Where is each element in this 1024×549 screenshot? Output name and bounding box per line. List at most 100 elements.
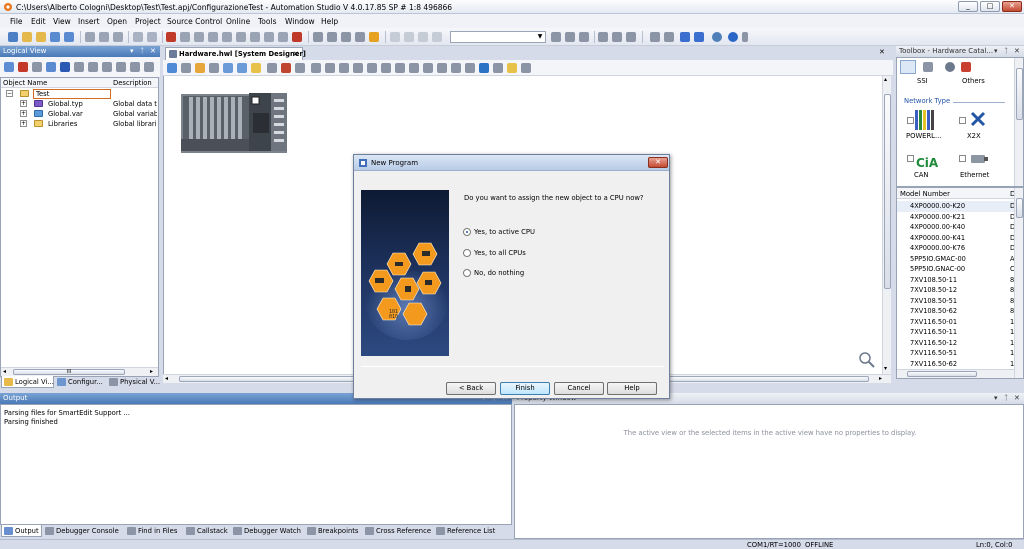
network-x2x[interactable]: X2X [967,132,981,140]
designer-tool-24-icon[interactable] [493,63,503,73]
new-project-icon[interactable] [8,32,18,42]
paste-icon[interactable] [113,32,123,42]
help-icon[interactable] [728,32,738,42]
zoom-icon[interactable] [313,32,323,42]
model-row[interactable]: 7XV108.50-51 8 [897,296,1014,307]
collapse-icon[interactable]: − [6,90,13,97]
align-right-icon[interactable] [339,63,349,73]
lv-tool-icon-1[interactable] [4,62,14,72]
step-out-icon[interactable] [579,32,589,42]
back-button[interactable]: < Back [446,382,496,395]
cancel-button[interactable]: Cancel [554,382,604,395]
output-content[interactable]: Parsing files for SmartEdit Support ... … [0,404,512,525]
align-center-icon[interactable] [325,63,335,73]
designer-tool-8-icon[interactable] [267,63,277,73]
finish-button[interactable]: Finish [500,382,550,395]
col-description[interactable]: Description [113,79,152,87]
model-row[interactable]: 5PP5IO.GNAC-00 C [897,264,1014,275]
model-list-scroll-thumb[interactable] [1016,198,1023,218]
menu-open[interactable]: Open [107,17,127,26]
tab-debugger-console[interactable]: Debugger Console [43,525,125,537]
breakpoint-icon[interactable] [612,32,622,42]
panel-menu-icon[interactable]: ▾ [994,393,998,404]
col-object-name[interactable]: Object Name [3,79,47,87]
designer-tool-10-icon[interactable] [295,63,305,73]
lv-tool-icon-3[interactable] [32,62,42,72]
tab-reference-list[interactable]: Reference List [434,525,496,537]
model-row[interactable]: 7XV108.50-11 8 [897,275,1014,286]
toolbox-filter-icon[interactable] [923,62,933,72]
replace-icon[interactable] [194,32,204,42]
view-mode-icon[interactable] [479,63,489,73]
col-model-number[interactable]: Model Number [900,190,950,198]
lv-tool-icon-5[interactable] [60,62,70,72]
same-width-icon[interactable] [395,63,405,73]
menu-window[interactable]: Window [285,17,315,26]
rebuild-icon[interactable] [341,32,351,42]
expand-icon[interactable]: + [20,110,27,117]
uncomment-icon[interactable] [278,32,288,42]
network-powerlink[interactable]: POWERL... [906,132,941,140]
scroll-right-icon[interactable]: ▸ [150,368,153,375]
lv-tool-icon-9[interactable] [116,62,126,72]
option-yes-all-cpus[interactable]: Yes, to all CPUs [474,249,526,257]
model-row[interactable]: 4XP0000.00-K21 D [897,212,1014,223]
open-folder-icon[interactable] [22,32,32,42]
designer-tool-9-icon[interactable] [281,63,291,73]
toolbar-options-icon[interactable] [742,32,748,42]
minimize-button[interactable]: _ [958,1,978,12]
bookmark-icon[interactable] [222,32,232,42]
radio-yes-all-cpus[interactable] [463,249,471,257]
panel-menu-icon[interactable]: ▾ [994,46,998,57]
align-top-icon[interactable] [353,63,363,73]
lv-tool-icon-4[interactable] [46,62,56,72]
scroll-up-icon[interactable]: ▴ [884,76,887,83]
pin-icon[interactable]: ᛏ [1004,46,1008,57]
model-row[interactable]: 4XP0000.00-K41 D [897,233,1014,244]
checkbox-ethernet[interactable] [959,155,966,162]
tab-logical-view[interactable]: Logical Vi... [1,376,54,388]
radio-yes-active-cpu[interactable] [463,228,471,236]
grid-icon[interactable] [451,63,461,73]
menu-tools[interactable]: Tools [258,17,276,26]
watch-icon[interactable] [418,32,428,42]
menu-help[interactable]: Help [321,17,338,26]
others-icon[interactable] [945,62,955,72]
cut-icon[interactable] [85,32,95,42]
dialog-close-icon[interactable]: ✕ [648,157,668,168]
scroll-down-icon[interactable]: ▾ [884,365,887,372]
model-list-hscroll-thumb[interactable] [907,371,977,377]
pin-icon[interactable]: ᛏ [1004,393,1008,404]
save-all-icon[interactable] [64,32,74,42]
lv-tool-icon-7[interactable] [88,62,98,72]
align-bottom-icon[interactable] [381,63,391,73]
network-can[interactable]: CAN [914,171,928,179]
configuration-select[interactable]: ▼ [450,31,546,43]
tree-hscroll[interactable]: ◂ III ▸ [1,367,158,376]
online-icon[interactable] [680,32,690,42]
outdent-icon[interactable] [250,32,260,42]
panel-close-icon[interactable]: ✕ [1014,393,1020,404]
panel-menu-icon[interactable]: ▾ [130,46,134,57]
refresh-icon[interactable] [598,32,608,42]
model-row[interactable]: 4XP0000.00-K76 D [897,243,1014,254]
radio-no-do-nothing[interactable] [463,269,471,277]
ssi-icon[interactable] [900,60,916,74]
tab-find-in-files[interactable]: Find in Files [125,525,183,537]
panel-close-icon[interactable]: ✕ [150,46,156,57]
option-yes-active-cpu[interactable]: Yes, to active CPU [474,228,535,236]
model-row[interactable]: 7XV116.50-12 1 [897,338,1014,349]
menu-source-control[interactable]: Source Control [167,17,222,26]
transfer-icon[interactable] [355,32,365,42]
align-left-icon[interactable] [311,63,321,73]
save-icon[interactable] [50,32,60,42]
menu-insert[interactable]: Insert [78,17,100,26]
find-icon[interactable] [180,32,190,42]
category-others[interactable]: Others [962,77,985,85]
designer-tool-1-icon[interactable] [167,63,177,73]
designer-tool-3-icon[interactable] [195,63,205,73]
open-file-icon[interactable] [36,32,46,42]
tab-hardware-hwl[interactable]: Hardware.hwl [System Designer] ✕ [165,47,306,60]
menu-online[interactable]: Online [226,17,250,26]
tab-breakpoints[interactable]: Breakpoints [305,525,362,537]
